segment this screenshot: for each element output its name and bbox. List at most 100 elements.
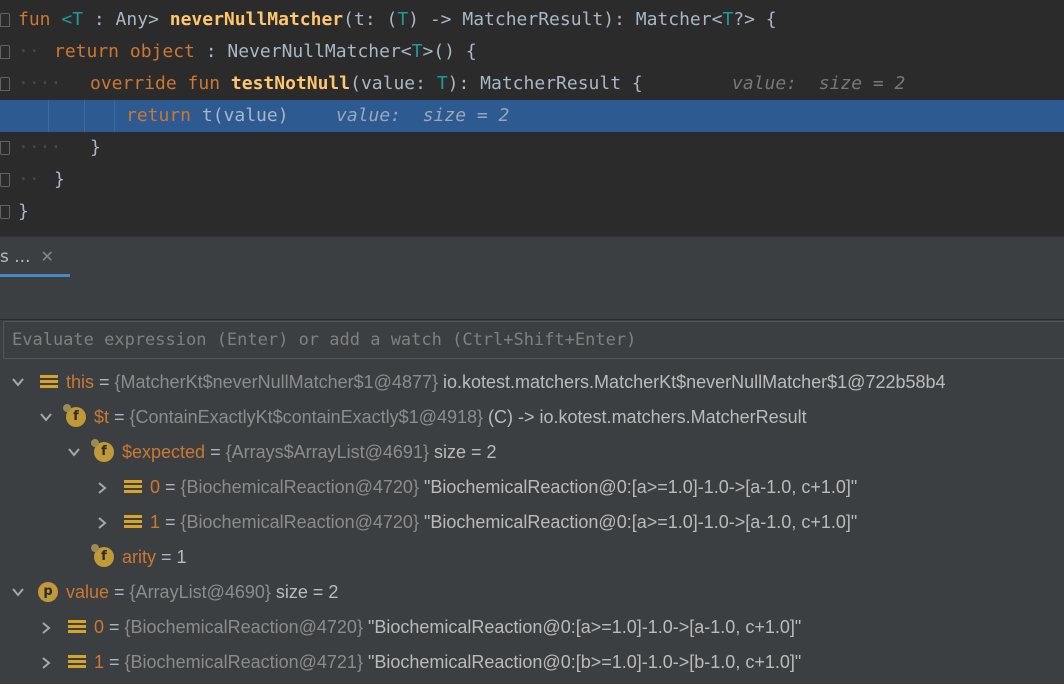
variable-name: value bbox=[66, 582, 110, 602]
variable-value: size = 2 bbox=[428, 442, 497, 462]
whitespace-dots: ·· bbox=[18, 169, 40, 190]
code-token: T bbox=[411, 41, 423, 62]
code-token: testNotNull bbox=[230, 73, 351, 94]
equals-sign: = bbox=[104, 617, 125, 637]
tree-node-expected-1[interactable]: 1 = {BiochemicalReaction@4720} "Biochemi… bbox=[0, 505, 1064, 540]
variable-value: 1 bbox=[176, 547, 187, 567]
chevron-down-icon[interactable] bbox=[10, 575, 26, 610]
variable-value: "BiochemicalReaction@0:[a>=1.0]-1.0->[a-… bbox=[362, 617, 802, 637]
variable-value: "BiochemicalReaction@0:[a>=1.0]-1.0->[a-… bbox=[418, 477, 858, 497]
code-line-current-execution[interactable]: return t(value) value: size = 2 bbox=[0, 100, 1064, 132]
fold-marker-icon[interactable] bbox=[0, 141, 10, 155]
tree-node-expected[interactable]: f $expected = {Arrays$ArrayList@4691} si… bbox=[0, 435, 1064, 470]
tree-node-arity[interactable]: f arity = 1 bbox=[0, 540, 1064, 575]
tree-node-expected-0[interactable]: 0 = {BiochemicalReaction@4720} "Biochemi… bbox=[0, 470, 1064, 505]
code-token: ?> { bbox=[733, 9, 777, 30]
variable-name: arity bbox=[122, 547, 157, 567]
variable-name: 1 bbox=[94, 652, 105, 672]
code-line-6[interactable]: ·· } bbox=[0, 164, 1064, 196]
panel-toolbar bbox=[0, 277, 1064, 320]
chevron-right-icon[interactable] bbox=[38, 610, 54, 645]
equals-sign: = bbox=[104, 652, 125, 672]
chevron-down-icon[interactable] bbox=[66, 435, 82, 470]
code-line-3[interactable]: ···· override fun testNotNull(value: T):… bbox=[0, 68, 1064, 100]
fold-marker-icon[interactable] bbox=[0, 77, 10, 91]
code-editor[interactable]: fun <T : Any> neverNullMatcher(t: (T) ->… bbox=[0, 0, 1064, 236]
code-token: T bbox=[436, 73, 448, 94]
code-token: : Any> bbox=[83, 9, 170, 30]
equals-sign: = bbox=[94, 372, 115, 392]
code-token: (t: ( bbox=[343, 9, 398, 30]
code-token: ) -> MatcherResult): Matcher< bbox=[408, 9, 723, 30]
tab-variables[interactable]: s ... ✕ bbox=[0, 237, 66, 275]
fold-marker-icon[interactable] bbox=[0, 45, 10, 59]
code-line-5[interactable]: ···· } bbox=[0, 132, 1064, 164]
indent-guide bbox=[84, 100, 85, 132]
debug-panel-header: s ... ✕ bbox=[0, 236, 1064, 277]
code-token: ): MatcherResult { bbox=[447, 73, 643, 94]
code-token: } bbox=[90, 137, 101, 158]
chevron-down-icon[interactable] bbox=[10, 365, 26, 400]
tree-node-value-0[interactable]: 0 = {BiochemicalReaction@4720} "Biochemi… bbox=[0, 610, 1064, 645]
chevron-right-icon[interactable] bbox=[94, 505, 110, 540]
field-icon: f bbox=[91, 439, 114, 462]
variable-value: "BiochemicalReaction@0:[a>=1.0]-1.0->[a-… bbox=[418, 512, 858, 532]
code-token: override fun bbox=[90, 73, 231, 94]
whitespace-dots: ···· bbox=[18, 73, 62, 94]
whitespace-dots: ···· bbox=[18, 137, 62, 158]
fold-marker-icon[interactable] bbox=[0, 13, 10, 27]
whitespace-dots: ·· bbox=[18, 41, 40, 62]
code-token: t(value) bbox=[201, 105, 289, 126]
equals-sign: = bbox=[156, 547, 177, 567]
variables-panel: this = {MatcherKt$neverNullMatcher$1@487… bbox=[0, 277, 1064, 684]
equals-sign: = bbox=[205, 442, 226, 462]
variable-value: size = 2 bbox=[270, 582, 339, 602]
variable-value: io.kotest.matchers.MatcherKt$neverNullMa… bbox=[438, 372, 946, 392]
tree-node-this[interactable]: this = {MatcherKt$neverNullMatcher$1@487… bbox=[0, 365, 1064, 400]
chevron-right-icon[interactable] bbox=[38, 645, 54, 680]
object-icon bbox=[124, 480, 142, 496]
indent-guide bbox=[114, 100, 115, 132]
variable-ref: {MatcherKt$neverNullMatcher$1@4877} bbox=[114, 372, 438, 392]
variable-ref: {ContainExactlyKt$containExactly$1@4918} bbox=[129, 407, 484, 427]
evaluate-expression-input[interactable] bbox=[4, 322, 1064, 358]
code-line-2[interactable]: ·· return object : NeverNullMatcher<T>()… bbox=[0, 36, 1064, 68]
code-line-7[interactable]: } bbox=[0, 196, 1064, 228]
code-token: neverNullMatcher bbox=[169, 9, 344, 30]
tree-node-value[interactable]: p value = {ArrayList@4690} size = 2 bbox=[0, 575, 1064, 610]
variable-name: 1 bbox=[150, 512, 161, 532]
variable-name: this bbox=[66, 372, 95, 392]
indent-guide bbox=[48, 100, 49, 132]
chevron-right-icon[interactable] bbox=[94, 470, 110, 505]
variables-tree[interactable]: this = {MatcherKt$neverNullMatcher$1@487… bbox=[0, 365, 1064, 684]
tree-node-t[interactable]: f $t = {ContainExactlyKt$containExactly$… bbox=[0, 400, 1064, 435]
code-line-1[interactable]: fun <T : Any> neverNullMatcher(t: (T) ->… bbox=[0, 4, 1064, 36]
fold-marker-icon[interactable] bbox=[0, 205, 10, 219]
equals-sign: = bbox=[160, 477, 181, 497]
inline-value-hint: value: size = 2 bbox=[732, 73, 906, 94]
fold-marker-icon[interactable] bbox=[0, 173, 10, 187]
variable-name: 0 bbox=[94, 617, 105, 637]
tree-node-value-1[interactable]: 1 = {BiochemicalReaction@4721} "Biochemi… bbox=[0, 645, 1064, 680]
code-token: return bbox=[126, 105, 202, 126]
variable-name: $expected bbox=[122, 442, 206, 462]
variable-ref: {BiochemicalReaction@4721} bbox=[124, 652, 363, 672]
variable-ref: {BiochemicalReaction@4720} bbox=[180, 477, 419, 497]
equals-sign: = bbox=[109, 407, 130, 427]
code-token: } bbox=[54, 169, 65, 190]
parameter-icon: p bbox=[38, 582, 58, 602]
chevron-down-icon[interactable] bbox=[38, 400, 54, 435]
code-token: : NeverNullMatcher< bbox=[194, 41, 412, 62]
variable-name: 0 bbox=[150, 477, 161, 497]
object-icon bbox=[68, 620, 86, 636]
code-token: T bbox=[397, 9, 409, 30]
object-icon bbox=[68, 655, 86, 671]
code-token: T bbox=[722, 9, 734, 30]
field-icon: f bbox=[63, 404, 86, 427]
close-icon[interactable]: ✕ bbox=[40, 237, 53, 277]
variable-name: $t bbox=[94, 407, 110, 427]
evaluate-expression-field[interactable] bbox=[3, 321, 1064, 359]
code-token: (value: bbox=[350, 73, 437, 94]
inline-value-hint: value: size = 2 bbox=[336, 105, 510, 126]
variable-ref: {BiochemicalReaction@4720} bbox=[180, 512, 419, 532]
